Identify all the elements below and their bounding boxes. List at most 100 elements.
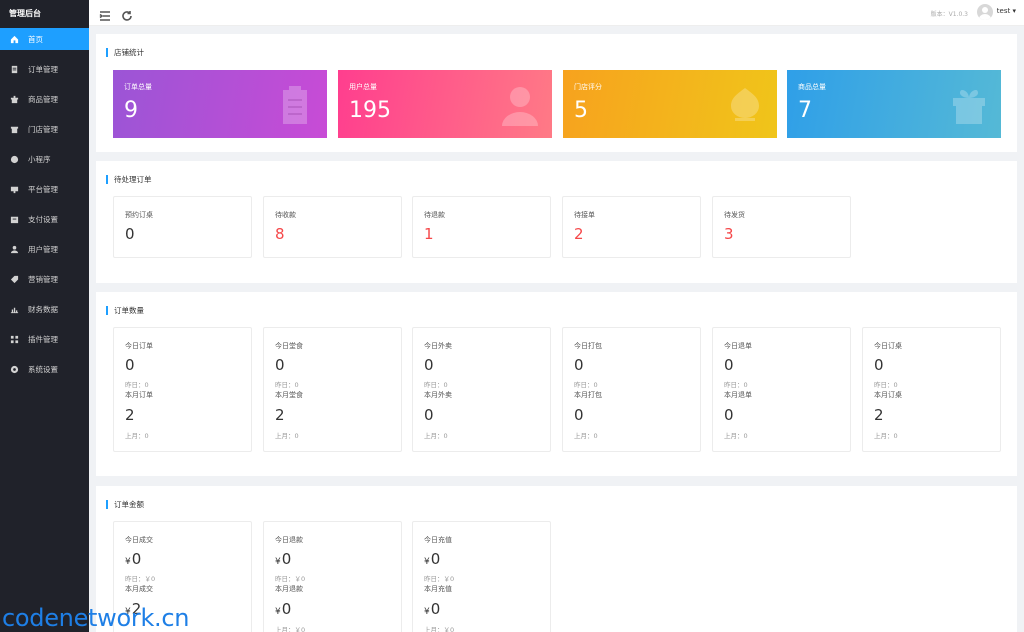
yesterday-value: 昨日：0 (424, 381, 448, 389)
payment-icon (9, 214, 19, 224)
stat-card-label: 订单总量 (124, 83, 152, 91)
brand-title: 管理后台 (9, 9, 41, 18)
pending-order-card[interactable]: 待接单 2 (562, 196, 701, 258)
order-amount-card[interactable]: 今日充值 ¥0 昨日：￥0 本月充值 ¥0 上月：￥0 (412, 521, 551, 632)
today-value-group: ¥0 (125, 550, 141, 568)
month-value: 0 (430, 600, 441, 618)
stat-card[interactable]: 商品总量 7 (787, 70, 1001, 138)
pending-order-value: 8 (275, 225, 285, 243)
month-label: 本月打包 (574, 391, 602, 399)
order-amount-panel: 订单金额 今日成交 ¥0 昨日：￥0 本月成交 ¥2 今日退款 ¥0 昨日：￥0 本月退款 ¥0 上… (96, 486, 1017, 632)
clipboard-icon (275, 84, 315, 126)
currency-symbol: ¥ (275, 607, 281, 617)
pending-order-label: 待退款 (424, 211, 445, 219)
order-count-panel: 订单数量 今日订单 0 昨日：0 本月订单 2 上月：0 今日堂食 0 昨日：0 本月堂食 2 上月：… (96, 292, 1017, 476)
month-label: 本月退单 (724, 391, 752, 399)
currency-symbol: ¥ (424, 607, 430, 617)
sidebar-item-label: 小程序 (28, 154, 51, 164)
username-label: test (996, 7, 1011, 15)
order-count-card[interactable]: 今日打包 0 昨日：0 本月打包 0 上月：0 (562, 327, 701, 452)
today-label: 今日成交 (125, 536, 153, 544)
month-value: 2 (275, 406, 285, 424)
pending-order-card[interactable]: 预约订桌 0 (113, 196, 252, 258)
month-value-group: 2 (125, 406, 135, 424)
month-label: 本月退款 (275, 585, 303, 593)
yesterday-value: 昨日：0 (724, 381, 748, 389)
sidebar-item-4[interactable]: 小程序 (0, 144, 89, 174)
yesterday-value: 昨日：￥0 (125, 575, 156, 583)
stat-card-value: 9 (124, 98, 138, 123)
order-count-card[interactable]: 今日订桌 0 昨日：0 本月订桌 2 上月：0 (862, 327, 1001, 452)
watermark: codenetwork.cn (2, 604, 190, 632)
month-value: 2 (125, 406, 135, 424)
yesterday-value: 昨日：0 (574, 381, 598, 389)
today-label: 今日打包 (574, 342, 602, 350)
yesterday-value: 昨日：0 (874, 381, 898, 389)
gear-icon (9, 364, 19, 374)
pending-orders-panel: 待处理订单 预约订桌 0 待收款 8 待退款 1 待接单 2 待发货 3 (96, 161, 1017, 283)
sidebar-item-6[interactable]: 支付设置 (0, 204, 89, 234)
avatar[interactable] (977, 4, 993, 20)
refresh-icon[interactable] (121, 7, 133, 21)
pending-order-card[interactable]: 待发货 3 (712, 196, 851, 258)
today-value-group: 0 (724, 356, 734, 374)
pending-order-card[interactable]: 待退款 1 (412, 196, 551, 258)
top-header: 版本：V1.0.3 test ▾ (89, 0, 1024, 26)
last-month-value: 上月：0 (724, 432, 748, 440)
order-count-card[interactable]: 今日堂食 0 昨日：0 本月堂食 2 上月：0 (263, 327, 402, 452)
version-label: 版本：V1.0.3 (930, 11, 968, 18)
today-value: 0 (874, 356, 884, 374)
sidebar-nav: 首页订单管理商品管理门店管理小程序平台管理 支付设置 用户管理 营销管理 财务数据 插件管… (0, 28, 89, 384)
order-count-card[interactable]: 今日退单 0 昨日：0 本月退单 0 上月：0 (712, 327, 851, 452)
menu-collapse-icon[interactable] (99, 7, 111, 21)
user-icon (500, 84, 540, 126)
miniapp-icon (9, 154, 19, 164)
yesterday-value: 昨日：￥0 (275, 575, 306, 583)
yesterday-value: 昨日：￥0 (424, 575, 455, 583)
today-value: 0 (125, 356, 135, 374)
stat-card[interactable]: 门店评分 5 (563, 70, 777, 138)
stat-card[interactable]: 用户总量 195 (338, 70, 552, 138)
stat-card-value: 7 (798, 98, 812, 123)
today-value: 0 (281, 550, 292, 568)
pending-order-label: 预约订桌 (125, 211, 153, 219)
sidebar-item-label: 订单管理 (28, 64, 58, 74)
today-label: 今日退单 (724, 342, 752, 350)
sidebar-item-2[interactable]: 商品管理 (0, 84, 89, 114)
sidebar-item-3[interactable]: 门店管理 (0, 114, 89, 144)
sidebar-item-1[interactable]: 订单管理 (0, 54, 89, 84)
sidebar-item-10[interactable]: 插件管理 (0, 324, 89, 354)
today-value: 0 (574, 356, 584, 374)
order-amount-card[interactable]: 今日退款 ¥0 昨日：￥0 本月退款 ¥0 上月：￥0 (263, 521, 402, 632)
tag-icon (9, 274, 19, 284)
sidebar: 管理后台 首页订单管理商品管理门店管理小程序平台管理 支付设置 用户管理 营销管理 财务… (0, 0, 89, 632)
pending-order-value: 0 (125, 225, 135, 243)
sidebar-item-9[interactable]: 财务数据 (0, 294, 89, 324)
today-value: 0 (430, 550, 441, 568)
month-value-group: 0 (724, 406, 734, 424)
sidebar-item-label: 商品管理 (28, 94, 58, 104)
sidebar-item-8[interactable]: 营销管理 (0, 264, 89, 294)
order-count-card[interactable]: 今日订单 0 昨日：0 本月订单 2 上月：0 (113, 327, 252, 452)
monitor-icon (9, 184, 19, 194)
today-label: 今日堂食 (275, 342, 303, 350)
today-value: 0 (131, 550, 142, 568)
month-label: 本月堂食 (275, 391, 303, 399)
pending-order-value: 2 (574, 225, 584, 243)
order-icon (9, 64, 19, 74)
stat-card-label: 门店评分 (574, 83, 602, 91)
sidebar-item-7[interactable]: 用户管理 (0, 234, 89, 264)
stat-card[interactable]: 订单总量 9 (113, 70, 327, 138)
currency-symbol: ¥ (424, 557, 430, 567)
chart-icon (9, 304, 19, 314)
currency-symbol: ¥ (125, 557, 131, 567)
flower-icon (725, 84, 765, 126)
pending-order-card[interactable]: 待收款 8 (263, 196, 402, 258)
last-month-value: 上月：0 (874, 432, 898, 440)
sidebar-item-5[interactable]: 平台管理 (0, 174, 89, 204)
sidebar-item-11[interactable]: 系统设置 (0, 354, 89, 384)
sidebar-item-0[interactable]: 首页 (0, 28, 89, 50)
user-menu[interactable]: test ▾ (997, 7, 1016, 15)
order-count-card[interactable]: 今日外卖 0 昨日：0 本月外卖 0 上月：0 (412, 327, 551, 452)
pending-orders-title: 待处理订单 (106, 175, 152, 184)
